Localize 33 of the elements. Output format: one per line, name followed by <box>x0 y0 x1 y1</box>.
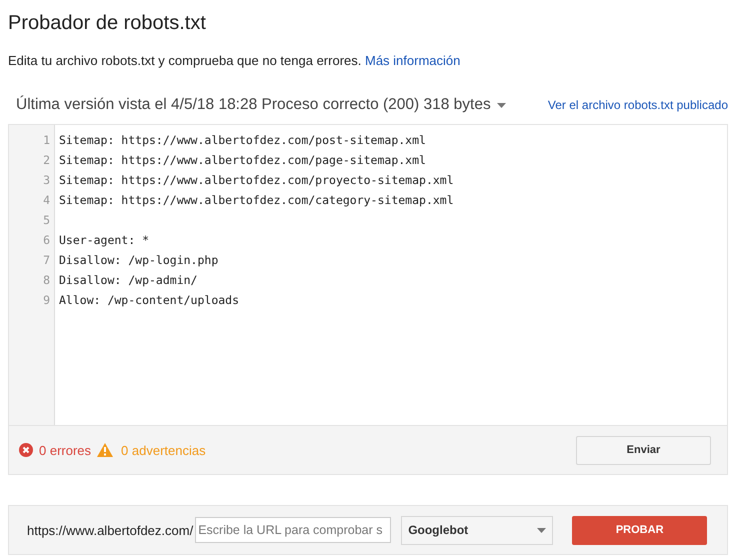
description-text: Edita tu archivo robots.txt y comprueba que no tenga errores. Más información <box>8 53 462 68</box>
code-line: Sitemap: https://www.albertofdez.com/proyecto-sitemap.xml <box>58 172 455 189</box>
errors-count: 0 errores <box>39 442 92 458</box>
line-number: 5 <box>42 212 51 229</box>
line-number: 6 <box>42 232 51 249</box>
code-line: Allow: /wp-content/uploads <box>58 292 240 309</box>
warnings-count: 0 advertencias <box>121 442 206 458</box>
code-line: User-agent: * <box>58 232 150 249</box>
more-info-link[interactable]: Más información <box>365 53 460 68</box>
published-file-link[interactable]: Ver el archivo robots.txt publicado <box>548 98 728 112</box>
caret-icon <box>537 528 546 532</box>
code-line: Sitemap: https://www.albertofdez.com/post-sitemap.xml <box>58 132 427 149</box>
version-dropdown[interactable]: Última versión vista el 4/5/18 18:28 Proceso correcto (200) 318 bytes <box>16 96 506 114</box>
code-line: Disallow: /wp-login.php <box>58 252 220 269</box>
code-line: Disallow: /wp-admin/ <box>58 272 198 289</box>
line-number: 3 <box>42 172 51 189</box>
line-number: 2 <box>42 152 51 169</box>
submit-button[interactable]: Enviar <box>576 436 711 464</box>
line-number: 4 <box>42 192 51 209</box>
test-button[interactable]: PROBAR <box>572 516 708 544</box>
line-number: 9 <box>42 292 51 309</box>
page-title: Probador de robots.txt <box>8 11 207 36</box>
url-prefix: https://www.albertofdez.com/ <box>27 522 194 538</box>
error-icon <box>19 443 33 457</box>
line-number: 1 <box>42 132 51 149</box>
line-number: 8 <box>42 272 51 289</box>
code-line: Sitemap: https://www.albertofdez.com/category-sitemap.xml <box>58 192 455 209</box>
code-line: Sitemap: https://www.albertofdez.com/page-sitemap.xml <box>58 152 427 169</box>
url-input[interactable]: Escribe la URL para comprobar s <box>195 517 392 543</box>
warning-icon <box>97 443 114 457</box>
line-number: 7 <box>42 252 51 269</box>
caret-icon <box>496 102 506 108</box>
agent-dropdown[interactable]: Googlebot <box>401 516 554 544</box>
